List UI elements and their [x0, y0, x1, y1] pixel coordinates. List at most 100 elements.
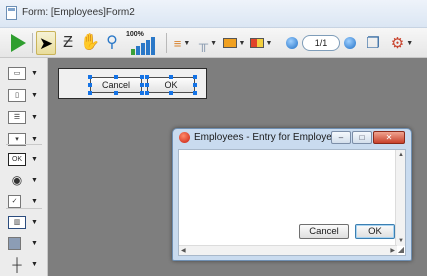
zoom-bars-icon: [131, 37, 155, 55]
design-form-area[interactable]: Cancel OK: [58, 68, 207, 99]
palette-list-tool[interactable]: ☰ ▼: [8, 108, 42, 126]
palette-rectangle-tool[interactable]: ▼: [8, 234, 42, 252]
zoom-level-label: 100%: [126, 31, 144, 38]
chevron-down-icon: ▼: [238, 39, 246, 47]
chevron-down-icon: ▼: [210, 39, 218, 47]
preview-cancel-label: Cancel: [309, 226, 339, 237]
horizontal-scrollbar[interactable]: ◀ ▶: [179, 245, 397, 255]
selection-handle[interactable]: [169, 75, 173, 79]
run-form-button[interactable]: [8, 31, 28, 55]
selection-handle[interactable]: [114, 91, 118, 95]
level-dropdown[interactable]: ▼: [222, 31, 246, 55]
color-dropdown[interactable]: ▼: [248, 31, 274, 55]
selection-handle[interactable]: [140, 75, 144, 79]
magnifier-zoom-icon: ⚲: [106, 34, 118, 51]
zorder-tool-button[interactable]: Ƶ: [58, 31, 78, 55]
scroll-left-icon[interactable]: ◀: [181, 247, 186, 254]
zoom-level-control[interactable]: 100%: [124, 31, 162, 55]
preview-window-content: ▲ ▼ ◀ ▶ Cancel OK ◢: [178, 149, 406, 256]
close-button[interactable]: ✕: [373, 131, 405, 144]
preview-window-titlebar: Employees - Entry for Employees: [179, 132, 342, 143]
align-icon: ≡: [173, 35, 182, 51]
chevron-down-icon: ▼: [31, 69, 38, 77]
preview-window-title: Employees - Entry for Employees: [194, 132, 343, 143]
select-tool-button[interactable]: ➤: [36, 31, 56, 55]
button-icon: OK: [8, 152, 26, 166]
selection-handle[interactable]: [145, 75, 149, 79]
arrow-pointer-icon: ➤: [38, 33, 54, 53]
selection-handle[interactable]: [145, 83, 149, 87]
selection-handle[interactable]: [193, 83, 197, 87]
window-title: Form: [Employees]Form2: [22, 7, 135, 18]
vertical-scrollbar[interactable]: ▲ ▼: [395, 150, 405, 246]
chevron-down-icon: ▼: [31, 218, 38, 226]
palette-field-tool[interactable]: ▭ ▼: [8, 64, 42, 82]
green-play-icon: [10, 34, 26, 52]
window-controls: – □ ✕: [331, 131, 405, 144]
selection-handle[interactable]: [140, 83, 144, 87]
chevron-down-icon: ▼: [31, 113, 38, 121]
hand-tool-button[interactable]: ✋: [80, 31, 100, 55]
toolbar-separator: [166, 33, 167, 53]
palette-tab-tool[interactable]: ▥ ▼: [8, 213, 42, 231]
chevron-down-icon: ▼: [406, 39, 414, 47]
design-canvas[interactable]: Cancel OK Employees - Entry for Employee…: [48, 58, 427, 276]
scroll-right-icon[interactable]: ▶: [390, 247, 395, 254]
settings-dropdown[interactable]: ⚙ ▼: [388, 31, 416, 55]
close-icon: ✕: [385, 133, 393, 142]
minimize-icon: –: [338, 133, 344, 142]
chevron-down-icon: ▼: [31, 197, 38, 205]
input-icon: ▯: [8, 88, 26, 102]
selection-handle[interactable]: [169, 91, 173, 95]
maximize-icon: □: [359, 133, 365, 142]
chevron-down-icon: ▼: [31, 260, 38, 268]
selection-handle[interactable]: [193, 91, 197, 95]
scroll-up-icon[interactable]: ▲: [398, 152, 404, 158]
selection-handle[interactable]: [88, 83, 92, 87]
chevron-down-icon: ▼: [31, 135, 38, 143]
palette-input-tool[interactable]: ▯ ▼: [8, 86, 42, 104]
previous-page-button[interactable]: [284, 31, 300, 55]
zoom-tool-button[interactable]: ⚲: [102, 31, 122, 55]
palette-line-tool[interactable]: ┼ ▼: [8, 255, 42, 273]
selection-handle[interactable]: [88, 91, 92, 95]
distribute-dropdown[interactable]: ╥ ▼: [196, 31, 220, 55]
next-page-icon: [344, 37, 356, 49]
view-pages-button[interactable]: ❐: [362, 31, 384, 55]
list-icon: ☰: [8, 110, 26, 124]
app-logo-icon: [179, 132, 190, 143]
toolbar-separator: [32, 33, 33, 53]
resize-grip-icon[interactable]: ◢: [398, 245, 404, 254]
chevron-down-icon: ▼: [183, 39, 191, 47]
maximize-button[interactable]: □: [352, 131, 372, 144]
form-editor-window: Form: [Employees]Form2 ➤ Ƶ ✋ ⚲ 100% ≡▼: [0, 0, 427, 276]
level-icon: [222, 38, 237, 48]
selection-handle[interactable]: [145, 91, 149, 95]
selection-handle[interactable]: [140, 91, 144, 95]
selection-handle[interactable]: [193, 75, 197, 79]
toolbar: ➤ Ƶ ✋ ⚲ 100% ≡ ▼ ╥ ▼ ▼ ▼ 1/1 ❐ ⚙ ▼: [0, 28, 427, 58]
align-dropdown[interactable]: ≡ ▼: [170, 31, 194, 55]
preview-cancel-button[interactable]: Cancel: [299, 224, 349, 239]
page-number-field[interactable]: 1/1: [302, 35, 340, 51]
selection-handle[interactable]: [88, 75, 92, 79]
scroll-down-icon[interactable]: ▼: [398, 238, 404, 244]
minimize-button[interactable]: –: [331, 131, 351, 144]
chevron-down-icon: ▼: [31, 155, 38, 163]
chevron-down-icon: ▼: [31, 239, 38, 247]
hand-pan-icon: ✋: [80, 34, 100, 51]
selection-handle[interactable]: [114, 75, 118, 79]
palette-button-tool[interactable]: OK ▼: [8, 150, 42, 168]
checkbox-icon: ✓: [8, 194, 21, 208]
color-palette-icon: [249, 38, 264, 48]
distribute-icon: ╥: [198, 35, 209, 51]
next-page-button[interactable]: [342, 31, 358, 55]
preview-window: Employees - Entry for Employees – □ ✕ ▲ …: [172, 128, 412, 261]
palette-radio-tool[interactable]: ◉ ▼: [8, 171, 42, 189]
palette-combo-tool[interactable]: ▾ ▼: [8, 130, 42, 148]
field-icon: ▭: [8, 66, 26, 80]
preview-ok-button[interactable]: OK: [355, 224, 395, 239]
preview-ok-label: OK: [368, 226, 382, 237]
radio-button-icon: ◉: [11, 173, 23, 187]
zorder-icon: Ƶ: [63, 34, 73, 51]
